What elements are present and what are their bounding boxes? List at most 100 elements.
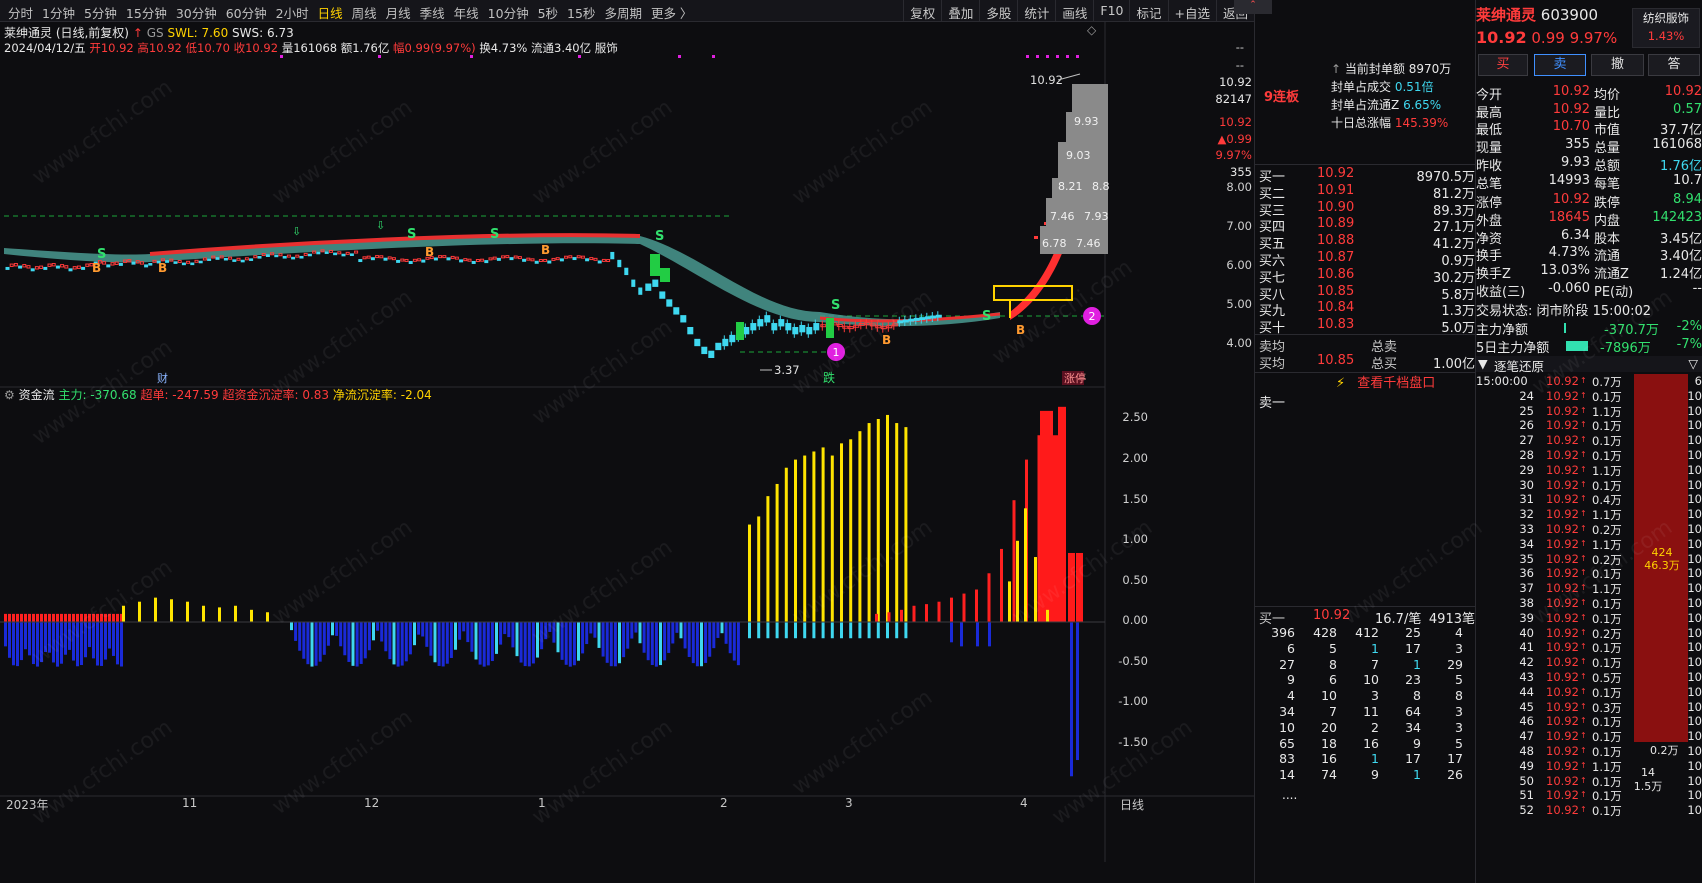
period-tab[interactable]: 多周期: [604, 3, 642, 22]
tick-row: 29 10.92 ↑ 1.1万 10: [1476, 463, 1702, 479]
period-tab[interactable]: 10分钟: [488, 3, 529, 22]
tick-volume: 0.4万: [1592, 493, 1622, 508]
flow-bar: [380, 622, 384, 642]
signal-dot: [470, 55, 473, 58]
flow-bar: [12, 613, 15, 622]
ladder-label: 7.46: [1076, 237, 1101, 250]
candle: [391, 257, 396, 261]
candle: [316, 251, 321, 255]
period-tab[interactable]: 15分钟: [126, 3, 167, 22]
period-tab[interactable]: 季线: [420, 3, 445, 22]
candle: [51, 263, 56, 267]
buy-avg-label: 买均: [1259, 357, 1286, 372]
max-price-label: 10.92: [1030, 73, 1063, 87]
candle: [543, 258, 548, 262]
tick-time: 26: [1519, 418, 1534, 433]
buy-button[interactable]: 买: [1478, 54, 1528, 76]
flow-bar: [830, 622, 834, 639]
queue-more[interactable]: ....: [1282, 788, 1297, 802]
axis-price-label: 10.92: [1219, 75, 1252, 89]
period-tab[interactable]: 60分钟: [226, 3, 267, 22]
flow-bar: [904, 622, 908, 639]
period-tab[interactable]: 月线: [386, 3, 411, 22]
flow-bar: [937, 601, 941, 622]
tool-button[interactable]: F10: [1093, 0, 1129, 22]
candle: [68, 268, 73, 272]
signal-dot: [1036, 55, 1039, 58]
queue-cell: 10: [1279, 719, 1295, 735]
candle: [257, 256, 262, 259]
tick-price: 10.92: [1546, 536, 1579, 551]
period-tab[interactable]: 1分钟: [42, 3, 75, 22]
candle: [589, 257, 594, 261]
flow-bar: [429, 622, 433, 656]
candle: [354, 250, 359, 254]
answer-button[interactable]: 答: [1648, 54, 1700, 76]
flow-bar: [784, 622, 788, 639]
tick-count: 10: [1687, 788, 1702, 803]
queue-cell: 3: [1455, 719, 1463, 735]
candle: [387, 256, 392, 260]
seal-value: 8970万: [1408, 62, 1452, 76]
view-depth-link[interactable]: ⚡ 查看千档盘口: [1336, 372, 1435, 391]
candle: [785, 323, 792, 331]
tool-button[interactable]: 叠加: [941, 0, 979, 22]
period-tab[interactable]: 日线: [318, 3, 343, 22]
candle: [18, 265, 23, 269]
flow-bar: [507, 622, 511, 638]
flow-bar: [515, 622, 519, 657]
flow-bar: [683, 622, 687, 649]
flow-bar: [622, 622, 626, 658]
tool-button[interactable]: 画线: [1055, 0, 1093, 22]
flow-bar: [250, 609, 253, 622]
flow-bar: [48, 613, 51, 622]
tick-time: 36: [1519, 566, 1534, 581]
tick-row: 45 10.92 ↑ 0.3万 10: [1476, 700, 1702, 716]
tick-row: 25 10.92 ↑ 1.1万 10: [1476, 404, 1702, 420]
flow-net-sink: 净流沉淀率: -2.04: [332, 388, 432, 402]
candle: [488, 257, 493, 261]
axis-tick-8: 8.00: [1226, 180, 1252, 194]
period-tab[interactable]: 15秒: [567, 3, 595, 22]
bid-price: 10.88: [1317, 233, 1355, 249]
period-tab[interactable]: 更多 〉: [651, 3, 692, 22]
queue-cell: 4: [1455, 625, 1463, 640]
date-tick: 4: [1020, 796, 1028, 810]
filter-icon[interactable]: ▽: [1688, 356, 1698, 371]
flow-bar: [695, 622, 699, 667]
period-tab[interactable]: 年线: [454, 3, 479, 22]
candle: [919, 317, 926, 321]
tick-row: 31 10.92 ↑ 0.4万 10: [1476, 492, 1702, 508]
period-tab[interactable]: 分时: [8, 3, 33, 22]
sector-badge[interactable]: 纺织服饰 1.43%: [1632, 8, 1700, 48]
quote-label: 每笔: [1594, 176, 1621, 192]
sector-pct: 1.43%: [1647, 29, 1685, 43]
flow-bar: [597, 622, 601, 648]
period-tab[interactable]: 周线: [352, 3, 377, 22]
tool-button[interactable]: 复权: [903, 0, 941, 22]
tick-row: 27 10.92 ↑ 0.1万 10: [1476, 433, 1702, 449]
cancel-button[interactable]: 撤: [1591, 54, 1644, 76]
tool-button[interactable]: 统计: [1017, 0, 1055, 22]
collapse-icon[interactable]: ⌃: [1234, 0, 1272, 14]
period-tab[interactable]: 5分钟: [84, 3, 117, 22]
period-tab[interactable]: 2小时: [276, 3, 309, 22]
ticks-toggle-icon[interactable]: ▼: [1478, 356, 1488, 371]
tool-button[interactable]: 标记: [1129, 0, 1167, 22]
period-indicator[interactable]: 日线: [1120, 796, 1144, 813]
tick-count: 10: [1687, 462, 1702, 477]
candle: [743, 326, 750, 335]
flow-tick: 0.00: [1122, 613, 1148, 627]
sell-button[interactable]: 卖: [1534, 54, 1586, 76]
flow-bar: [8, 613, 11, 622]
candle: [324, 251, 329, 254]
tool-button[interactable]: 多股: [979, 0, 1017, 22]
flow-bar: [821, 622, 825, 639]
tool-button[interactable]: +自选: [1167, 0, 1216, 22]
tick-count: 10: [1687, 684, 1702, 699]
gear-icon[interactable]: ⚙: [4, 388, 15, 402]
down-arrow-icon: ⇩: [376, 219, 385, 232]
period-tab[interactable]: 30分钟: [176, 3, 217, 22]
candle: [792, 326, 799, 335]
period-tab[interactable]: 5秒: [538, 3, 558, 22]
